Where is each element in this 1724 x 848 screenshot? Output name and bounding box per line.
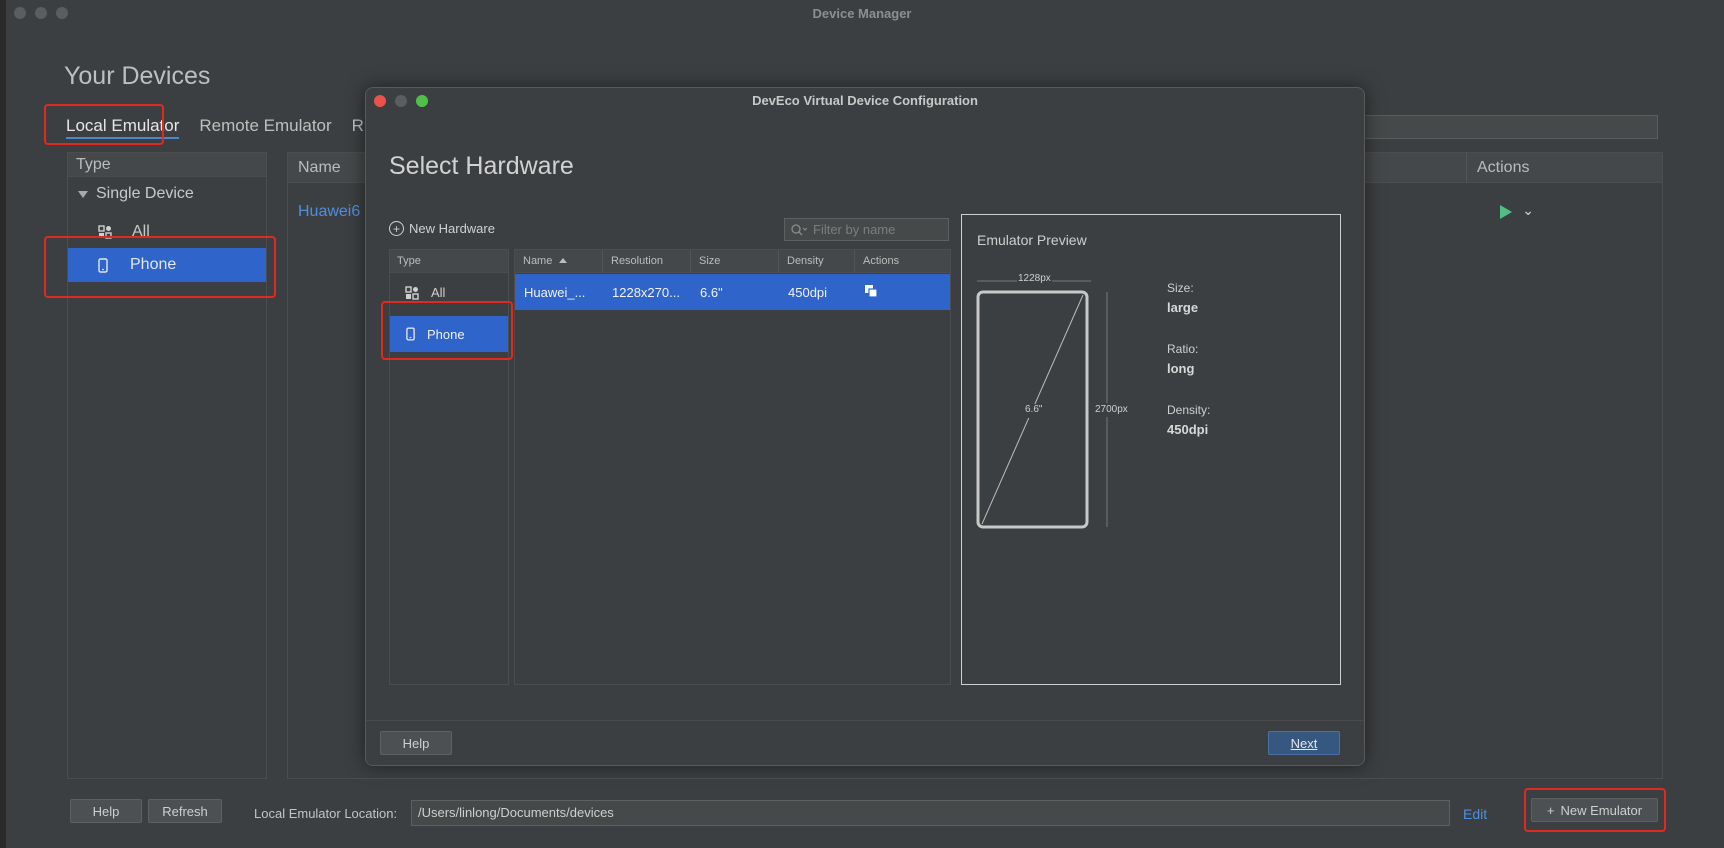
new-hardware-label: New Hardware <box>409 221 495 236</box>
density-value: 450dpi <box>1167 422 1209 437</box>
size-value: large <box>1167 300 1199 315</box>
width-label: 1228px <box>1018 273 1051 284</box>
new-hardware-button[interactable]: + New Hardware <box>389 221 495 236</box>
chevron-down-icon[interactable]: ⌄ <box>1522 202 1534 219</box>
row-density: 450dpi <box>788 284 828 300</box>
next-button[interactable]: Next <box>1268 731 1340 755</box>
emulator-preview-panel: Emulator Preview 1228px 6.6" 2700px Size… <box>961 214 1341 685</box>
dialog-help-button[interactable]: Help <box>380 731 452 755</box>
shapes-icon <box>405 285 419 300</box>
dialog-heading: Select Hardware <box>389 152 574 180</box>
sort-ascending-icon <box>559 258 568 263</box>
column-name-label: Name <box>523 255 553 267</box>
dialog-footer: Help Next <box>366 720 1364 765</box>
ratio-label: Ratio: <box>1167 342 1199 356</box>
column-actions: Actions <box>1466 153 1662 183</box>
highlight-box-new-emulator <box>1524 788 1666 832</box>
device-manager-window: Device Manager Your Devices Local Emulat… <box>0 0 1724 848</box>
maximize-window-button[interactable] <box>56 7 68 19</box>
row-resolution: 1228x270... <box>612 284 680 300</box>
plus-circle-icon: + <box>389 221 404 236</box>
column-name-header[interactable]: Name <box>515 250 603 272</box>
device-outline-diagram <box>976 280 1134 529</box>
refresh-button[interactable]: Refresh <box>148 799 222 823</box>
size-label: Size: <box>1167 281 1194 295</box>
location-label: Local Emulator Location: <box>254 806 398 821</box>
highlight-box-phone <box>44 236 276 298</box>
highlight-box-local-emulator <box>44 104 164 145</box>
hardware-type-all-label: All <box>431 285 446 300</box>
hardware-type-header: Type <box>390 250 508 273</box>
height-label: 2700px <box>1095 404 1128 415</box>
ratio-value: long <box>1167 361 1195 376</box>
page-title: Your Devices <box>64 62 211 90</box>
row-actions <box>855 284 950 301</box>
column-size-header[interactable]: Size <box>691 250 779 272</box>
row-size: 6.6" <box>700 284 723 300</box>
column-actions-header: Actions <box>863 255 900 267</box>
edit-link[interactable]: Edit <box>1463 806 1487 822</box>
group-label: Single Device <box>96 185 194 202</box>
expand-triangle-icon <box>78 190 88 198</box>
device-row-name[interactable]: Huawei6 <box>298 203 360 221</box>
titlebar: Device Manager <box>0 0 1724 26</box>
single-device-group[interactable]: Single Device <box>68 177 266 203</box>
help-button[interactable]: Help <box>70 799 142 823</box>
search-icon <box>791 223 807 235</box>
clone-icon[interactable] <box>864 284 878 298</box>
filter-input[interactable]: Filter by name <box>784 218 949 241</box>
column-resolution-header[interactable]: Resolution <box>603 250 691 272</box>
column-density-header[interactable]: Density <box>779 250 855 272</box>
minimize-window-button[interactable] <box>35 7 47 19</box>
dialog-title: DevEco Virtual Device Configuration <box>752 92 978 108</box>
table-row[interactable]: Huawei_... 1228x270... 6.6" 450dpi <box>515 274 950 310</box>
close-window-button[interactable] <box>14 7 26 19</box>
filter-placeholder: Filter by name <box>813 222 896 237</box>
play-icon[interactable] <box>1500 205 1512 219</box>
tab-remote-device[interactable]: R <box>352 116 364 139</box>
window-title: Device Manager <box>812 5 912 21</box>
hardware-table-header: Name Resolution Size Density Actions <box>515 250 950 273</box>
location-input[interactable]: /Users/linlong/Documents/devices <box>411 800 1450 826</box>
device-search-input[interactable] <box>1360 115 1658 139</box>
highlight-box-dialog-phone <box>381 301 513 360</box>
window-controls <box>14 7 68 19</box>
left-edge <box>0 0 6 848</box>
hardware-type-all[interactable]: All <box>405 285 445 300</box>
density-label: Density: <box>1167 403 1211 417</box>
row-name: Huawei_... <box>524 284 586 300</box>
virtual-device-dialog: DevEco Virtual Device Configuration Sele… <box>365 87 1365 766</box>
hardware-table: Name Resolution Size Density Actions Hua… <box>514 249 951 685</box>
tab-remote-emulator[interactable]: Remote Emulator <box>199 116 331 139</box>
diagonal-label: 6.6" <box>1025 404 1043 415</box>
preview-info: Size: large Ratio: long Density: 450dpi <box>1167 279 1210 462</box>
column-name: Name <box>298 158 341 176</box>
type-header: Type <box>68 153 266 177</box>
